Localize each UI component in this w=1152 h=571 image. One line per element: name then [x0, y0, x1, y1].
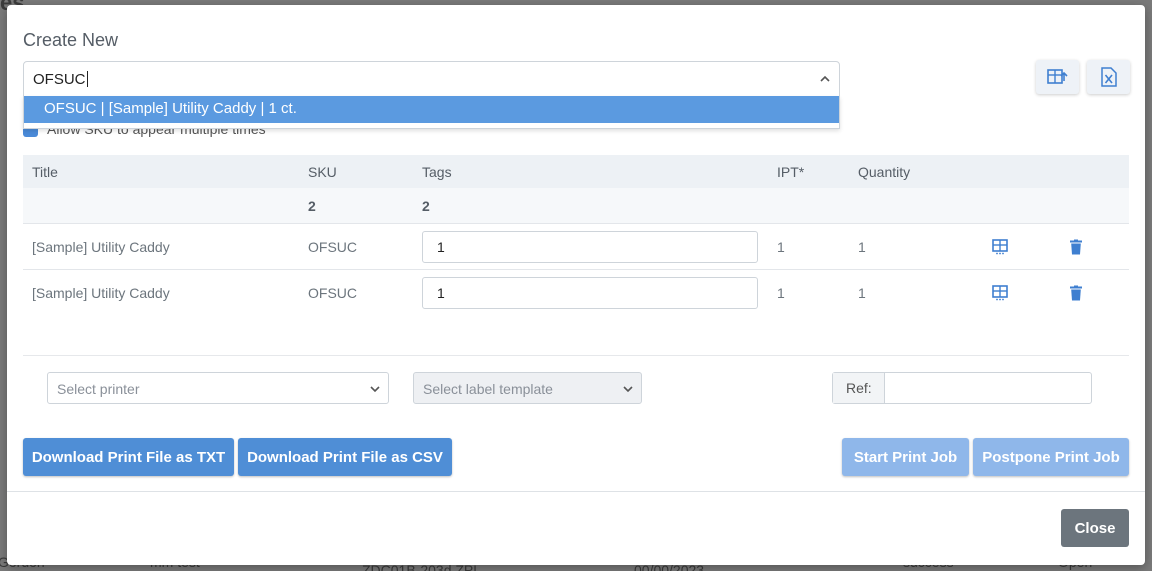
search-dropdown: OFSUC | [Sample] Utility Caddy | 1 ct. [23, 96, 840, 129]
header-tags: Tags [422, 163, 452, 180]
search-value: OFSUC [33, 71, 88, 88]
sku-table: Title SKU Tags IPT* Quantity 2 2 [Sample… [23, 155, 1129, 316]
trash-icon[interactable] [1070, 239, 1082, 254]
download-txt-button[interactable]: Download Print File as TXT [23, 438, 234, 476]
printer-placeholder: Select printer [57, 381, 140, 397]
trash-icon[interactable] [1070, 285, 1082, 301]
start-print-job-button[interactable]: Start Print Job [842, 438, 969, 476]
row-ipt: 1 [777, 285, 785, 301]
ref-input[interactable] [886, 373, 1091, 403]
row-quantity: 1 [858, 238, 866, 255]
table-import-icon [1046, 69, 1068, 84]
tags-input[interactable]: 1 [422, 277, 758, 309]
header-quantity: Quantity [858, 163, 911, 180]
label-template-select[interactable]: Select label template [413, 372, 642, 404]
sku-search-input[interactable]: OFSUC [23, 61, 840, 97]
import-table-button[interactable] [1036, 60, 1079, 94]
row-title: [Sample] Utility Caddy [32, 238, 170, 255]
chevron-down-icon [370, 386, 380, 393]
row-sku: OFSUC [308, 238, 357, 255]
header-ipt: IPT* [777, 163, 805, 180]
download-csv-button[interactable]: Download Print File as CSV [238, 438, 452, 476]
table-row: [Sample] Utility Caddy OFSUC 1 1 1 [23, 270, 1129, 316]
table-grid-icon[interactable] [992, 238, 1008, 255]
row-title: [Sample] Utility Caddy [32, 285, 170, 301]
modal-title: Create New [23, 30, 119, 50]
table-header: Title SKU Tags IPT* Quantity [23, 155, 1129, 188]
excel-export-button[interactable] [1087, 60, 1130, 94]
tags-input[interactable]: 1 [422, 231, 758, 263]
ref-label: Ref: [833, 373, 885, 403]
header-sku: SKU [308, 163, 337, 180]
table-row: [Sample] Utility Caddy OFSUC 1 1 1 [23, 224, 1129, 270]
row-ipt: 1 [777, 238, 785, 255]
summary-sku-count: 2 [308, 197, 316, 214]
template-placeholder: Select label template [423, 381, 553, 397]
postpone-print-job-button[interactable]: Postpone Print Job [973, 438, 1129, 476]
table-grid-icon[interactable] [992, 285, 1008, 301]
chevron-down-icon [623, 386, 633, 393]
excel-file-icon [1100, 67, 1117, 87]
section-divider [23, 355, 1129, 356]
header-title: Title [32, 163, 58, 180]
summary-tags-count: 2 [422, 197, 430, 214]
row-quantity: 1 [858, 285, 866, 301]
footer-divider [7, 491, 1145, 492]
dropdown-option[interactable]: OFSUC | [Sample] Utility Caddy | 1 ct. [24, 96, 839, 123]
ref-input-group: Ref: [832, 372, 1092, 404]
row-sku: OFSUC [308, 285, 357, 301]
close-button[interactable]: Close [1061, 509, 1129, 547]
printer-select[interactable]: Select printer [47, 372, 389, 404]
table-summary-row: 2 2 [23, 188, 1129, 224]
chevron-up-icon[interactable] [819, 73, 831, 85]
create-new-modal: Create New OFSUC Allow SKU to appear mul… [7, 5, 1145, 565]
